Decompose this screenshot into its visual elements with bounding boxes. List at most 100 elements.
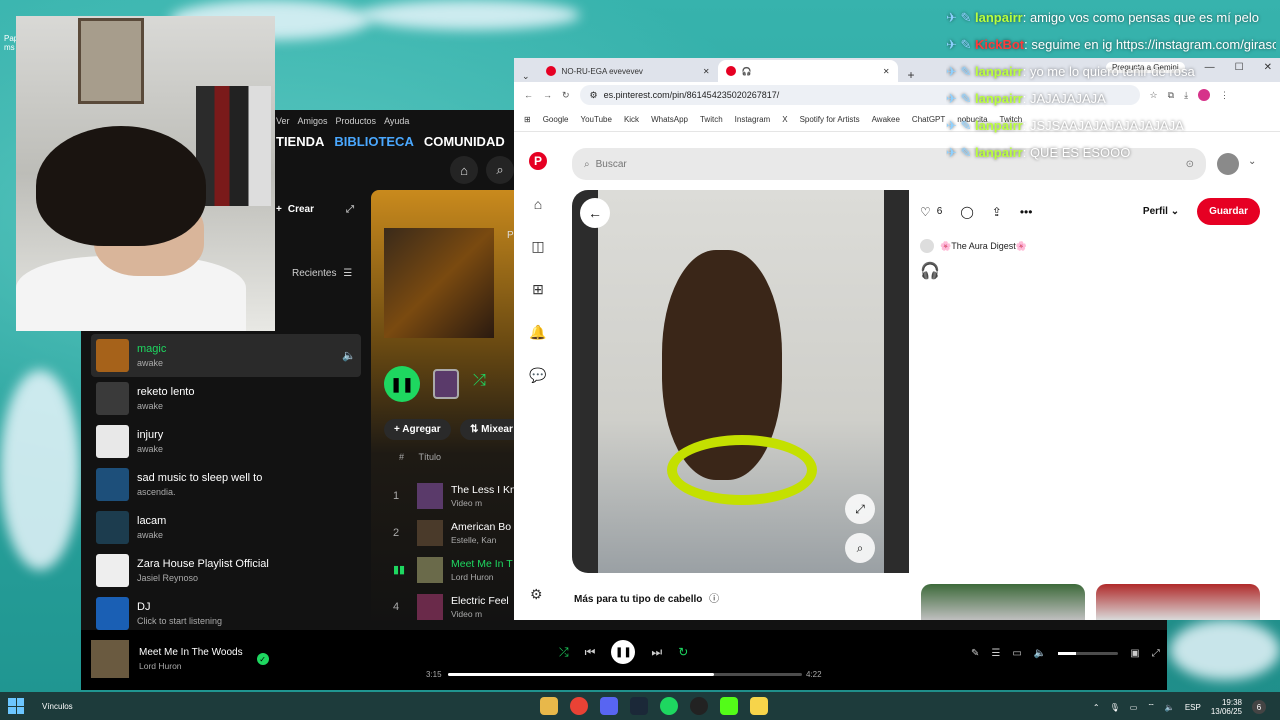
apps-icon[interactable]: ⊞ (524, 115, 531, 124)
pin-author[interactable]: 🌸The Aura Digest🌸 (920, 239, 1260, 253)
pinterest-logo-icon[interactable]: P (529, 152, 547, 170)
previous-icon[interactable]: ⏮ (585, 645, 596, 660)
shuffle-icon[interactable]: ⤮ (473, 372, 486, 390)
sort-recent[interactable]: Recientes ☰ (292, 268, 352, 279)
close-tab-icon[interactable]: ✕ (703, 67, 710, 76)
obs-icon[interactable] (690, 697, 708, 715)
microphone-icon[interactable]: 🎙 (1110, 703, 1120, 712)
comment-icon[interactable]: ◯ (960, 205, 973, 219)
table-row[interactable]: 1 The Less I Kn Video m (393, 477, 516, 514)
bookmark-item[interactable]: YouTube (581, 115, 612, 124)
add-button[interactable]: + Agregar (384, 419, 451, 440)
discord-icon[interactable] (600, 697, 618, 715)
messages-icon[interactable]: 💬 (529, 367, 546, 384)
related-pin-image[interactable] (921, 584, 1085, 620)
menu-ayuda[interactable]: Ayuda (384, 116, 409, 126)
volume-icon[interactable]: 🔈 (1034, 648, 1046, 659)
home-icon[interactable]: ⌂ (534, 196, 542, 212)
list-item[interactable]: reketo lento awake (91, 377, 361, 420)
chat-username[interactable]: KickBot (975, 37, 1024, 52)
settings-icon[interactable]: ⚙ (530, 586, 543, 603)
chat-username[interactable]: lanpairr (975, 91, 1023, 106)
chat-username[interactable]: lanpairr (975, 64, 1023, 79)
nav-biblioteca[interactable]: BIBLIOTECA (334, 134, 413, 149)
volume-icon[interactable]: 🔈 (1165, 703, 1175, 712)
file-explorer-icon[interactable] (540, 697, 558, 715)
saved-check-icon[interactable]: ✓ (256, 653, 269, 665)
fullscreen-icon[interactable]: ⤢ (1152, 648, 1160, 659)
expand-icon[interactable]: ⤢ (845, 494, 875, 524)
notification-badge[interactable]: 6 (1252, 700, 1266, 714)
bookmark-item[interactable]: Kick (624, 115, 639, 124)
list-item[interactable]: sad music to sleep well to ascendia. (91, 463, 361, 506)
progress-bar[interactable] (448, 673, 802, 676)
volume-slider[interactable] (1058, 652, 1119, 655)
steam-icon[interactable] (630, 697, 648, 715)
pencil-icon[interactable]: ✎ (971, 648, 979, 659)
now-playing-artist[interactable]: Lord Huron (139, 661, 243, 671)
home-icon[interactable]: ⌂ (450, 156, 478, 184)
menu-amigos[interactable]: Amigos (298, 116, 328, 126)
table-row[interactable]: ▮▮ Meet Me In T Lord Huron (393, 551, 516, 588)
related-pin-image[interactable] (1096, 584, 1260, 620)
windows-start-icon[interactable] (8, 698, 24, 714)
menu-ver[interactable]: Ver (276, 116, 290, 126)
more-options-icon[interactable]: ••• (1020, 205, 1033, 219)
pause-button[interactable]: ❚❚ (384, 366, 420, 402)
chat-username[interactable]: lanpairr (975, 10, 1023, 25)
explore-icon[interactable]: ◫ (531, 238, 544, 255)
kick-icon[interactable] (720, 697, 738, 715)
list-item[interactable]: DJ Click to start listening (91, 592, 361, 635)
chrome-icon[interactable] (570, 697, 588, 715)
nav-tienda[interactable]: TIENDA (276, 134, 324, 149)
tab-pinterest[interactable]: 🎧 ✕ (717, 60, 898, 82)
bookmark-item[interactable]: X (782, 115, 787, 124)
playlist-mini-cover[interactable] (433, 369, 459, 399)
miniplayer-icon[interactable]: ▣ (1130, 648, 1139, 659)
back-icon[interactable]: ← (524, 90, 533, 100)
save-button[interactable]: Guardar (1197, 198, 1260, 225)
list-item[interactable]: injury awake (91, 420, 361, 463)
queue-icon[interactable]: ☰ (991, 648, 1000, 659)
bookmark-item[interactable]: WhatsApp (651, 115, 688, 124)
battery-icon[interactable]: ▭ (1130, 703, 1138, 712)
clock[interactable]: 19:38 13/06/25 (1211, 698, 1242, 716)
bookmark-item[interactable]: ChatGPT (912, 115, 945, 124)
create-icon[interactable]: ⊞ (532, 281, 544, 298)
pause-button[interactable]: ❚❚ (611, 640, 636, 664)
bookmark-item[interactable]: Awakee (872, 115, 900, 124)
list-item[interactable]: Zara House Playlist Official Jasiel Reyno… (91, 549, 361, 592)
notifications-icon[interactable]: 🔔 (529, 324, 546, 341)
close-tab-icon[interactable]: ✕ (883, 67, 890, 76)
network-icon[interactable]: ⌔ (1147, 702, 1155, 712)
visual-search-icon[interactable]: ⌕ (845, 533, 875, 563)
site-info-icon[interactable]: ⚙ (590, 90, 598, 101)
forward-icon[interactable]: → (543, 90, 552, 100)
chat-username[interactable]: lanpairr (975, 118, 1023, 133)
nav-comunidad[interactable]: COMUNIDAD (424, 134, 505, 149)
bookmark-item[interactable]: Google (543, 115, 569, 124)
info-icon[interactable]: ⓘ (709, 594, 719, 605)
share-icon[interactable]: ⇪ (992, 205, 1002, 219)
now-playing-cover[interactable] (91, 640, 129, 678)
search-icon[interactable]: ⌕ (486, 156, 514, 184)
chat-username[interactable]: lanpairr (975, 145, 1023, 160)
back-arrow-icon[interactable]: ← (580, 198, 610, 228)
list-item[interactable]: magic awake 🔈 (91, 334, 361, 377)
bookmark-item[interactable]: Spotify for Artists (800, 115, 860, 124)
next-icon[interactable]: ⏭ (651, 645, 662, 660)
bookmark-item[interactable]: Instagram (735, 115, 771, 124)
device-icon[interactable]: ▭ (1012, 648, 1021, 659)
table-row[interactable]: 4 Electric Feel Video m (393, 588, 516, 625)
reload-icon[interactable]: ↻ (562, 90, 570, 101)
expand-icon[interactable]: ⤢ (346, 204, 354, 215)
new-tab-button[interactable]: + (908, 68, 915, 82)
sticky-notes-icon[interactable] (750, 697, 768, 715)
heart-icon[interactable]: ♡ (920, 205, 931, 219)
chevron-up-icon[interactable]: ⌃ (1093, 703, 1100, 712)
tab-noruega[interactable]: NO-RU-EGA evevevev ✕ (538, 60, 718, 82)
menu-productos[interactable]: Productos (336, 116, 377, 126)
language-indicator[interactable]: ESP (1185, 703, 1201, 712)
profile-dropdown[interactable]: Perfil ⌄ (1143, 206, 1179, 217)
shuffle-icon[interactable]: ⤮ (559, 645, 569, 660)
